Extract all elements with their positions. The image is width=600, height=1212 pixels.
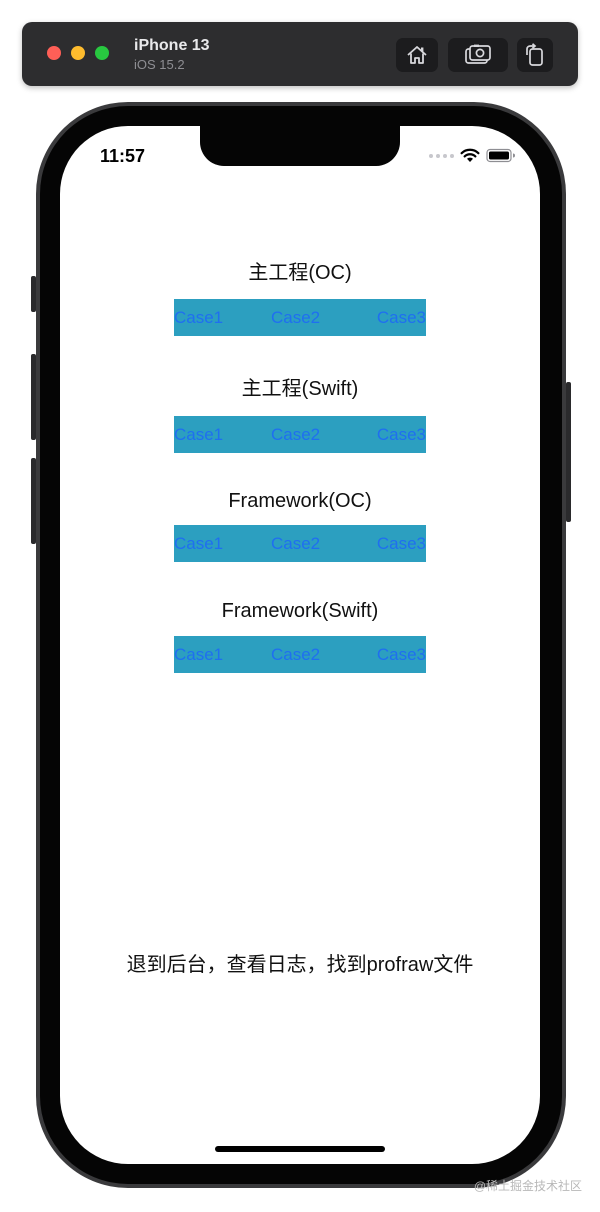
case-bar-swift: Case1 Case2 Case3 bbox=[174, 416, 426, 453]
power-button bbox=[566, 382, 571, 522]
swift-case3-button[interactable]: Case3 bbox=[377, 416, 426, 453]
swift-case2-button[interactable]: Case2 bbox=[271, 416, 320, 453]
rotate-icon bbox=[526, 43, 543, 66]
oc-case1-button[interactable]: Case1 bbox=[174, 299, 223, 336]
home-indicator[interactable] bbox=[215, 1146, 385, 1152]
section-title-oc: 主工程(OC) bbox=[248, 262, 352, 284]
zoom-window-button[interactable] bbox=[95, 46, 109, 60]
case-bar-framework-swift: Case1 Case2 Case3 bbox=[174, 636, 426, 673]
rotate-button[interactable] bbox=[517, 38, 553, 72]
screenshot-icon bbox=[465, 44, 491, 64]
framework-swift-case3-button[interactable]: Case3 bbox=[377, 636, 426, 673]
watermark: @稀土掘金技术社区 bbox=[473, 1179, 582, 1193]
framework-swift-case1-button[interactable]: Case1 bbox=[174, 636, 223, 673]
oc-case3-button[interactable]: Case3 bbox=[377, 299, 426, 336]
framework-oc-case2-button[interactable]: Case2 bbox=[271, 525, 320, 562]
framework-oc-case3-button[interactable]: Case3 bbox=[377, 525, 426, 562]
simulator-window: iPhone 13 iOS 15.2 11:57 主工程(OC) Case1 C… bbox=[0, 0, 600, 1212]
wifi-icon bbox=[460, 148, 480, 162]
framework-swift-case2-button[interactable]: Case2 bbox=[271, 636, 320, 673]
section-title-swift: 主工程(Swift) bbox=[241, 378, 359, 400]
screenshot-button[interactable] bbox=[448, 38, 508, 72]
os-version: iOS 15.2 bbox=[134, 57, 185, 72]
section-title-framework-oc: Framework(OC) bbox=[228, 490, 372, 512]
case-bar-framework-oc: Case1 Case2 Case3 bbox=[174, 525, 426, 562]
phone-screen: 11:57 主工程(OC) Case1 Case2 Case3 主工程(Swif… bbox=[60, 126, 540, 1164]
home-icon bbox=[407, 46, 427, 64]
swift-case1-button[interactable]: Case1 bbox=[174, 416, 223, 453]
framework-oc-case1-button[interactable]: Case1 bbox=[174, 525, 223, 562]
oc-case2-button[interactable]: Case2 bbox=[271, 299, 320, 336]
status-time: 11:57 bbox=[100, 146, 146, 166]
minimize-window-button[interactable] bbox=[71, 46, 85, 60]
device-name: iPhone 13 bbox=[134, 37, 210, 54]
home-button[interactable] bbox=[396, 38, 438, 72]
instruction-text: 退到后台，查看日志，找到profraw文件 bbox=[126, 954, 474, 976]
close-window-button[interactable] bbox=[47, 46, 61, 60]
section-title-framework-swift: Framework(Swift) bbox=[221, 600, 379, 622]
status-icons bbox=[429, 148, 516, 163]
cellular-signal-icon bbox=[429, 153, 454, 158]
battery-icon bbox=[486, 148, 515, 163]
case-bar-oc: Case1 Case2 Case3 bbox=[174, 299, 426, 336]
notch bbox=[200, 126, 400, 166]
